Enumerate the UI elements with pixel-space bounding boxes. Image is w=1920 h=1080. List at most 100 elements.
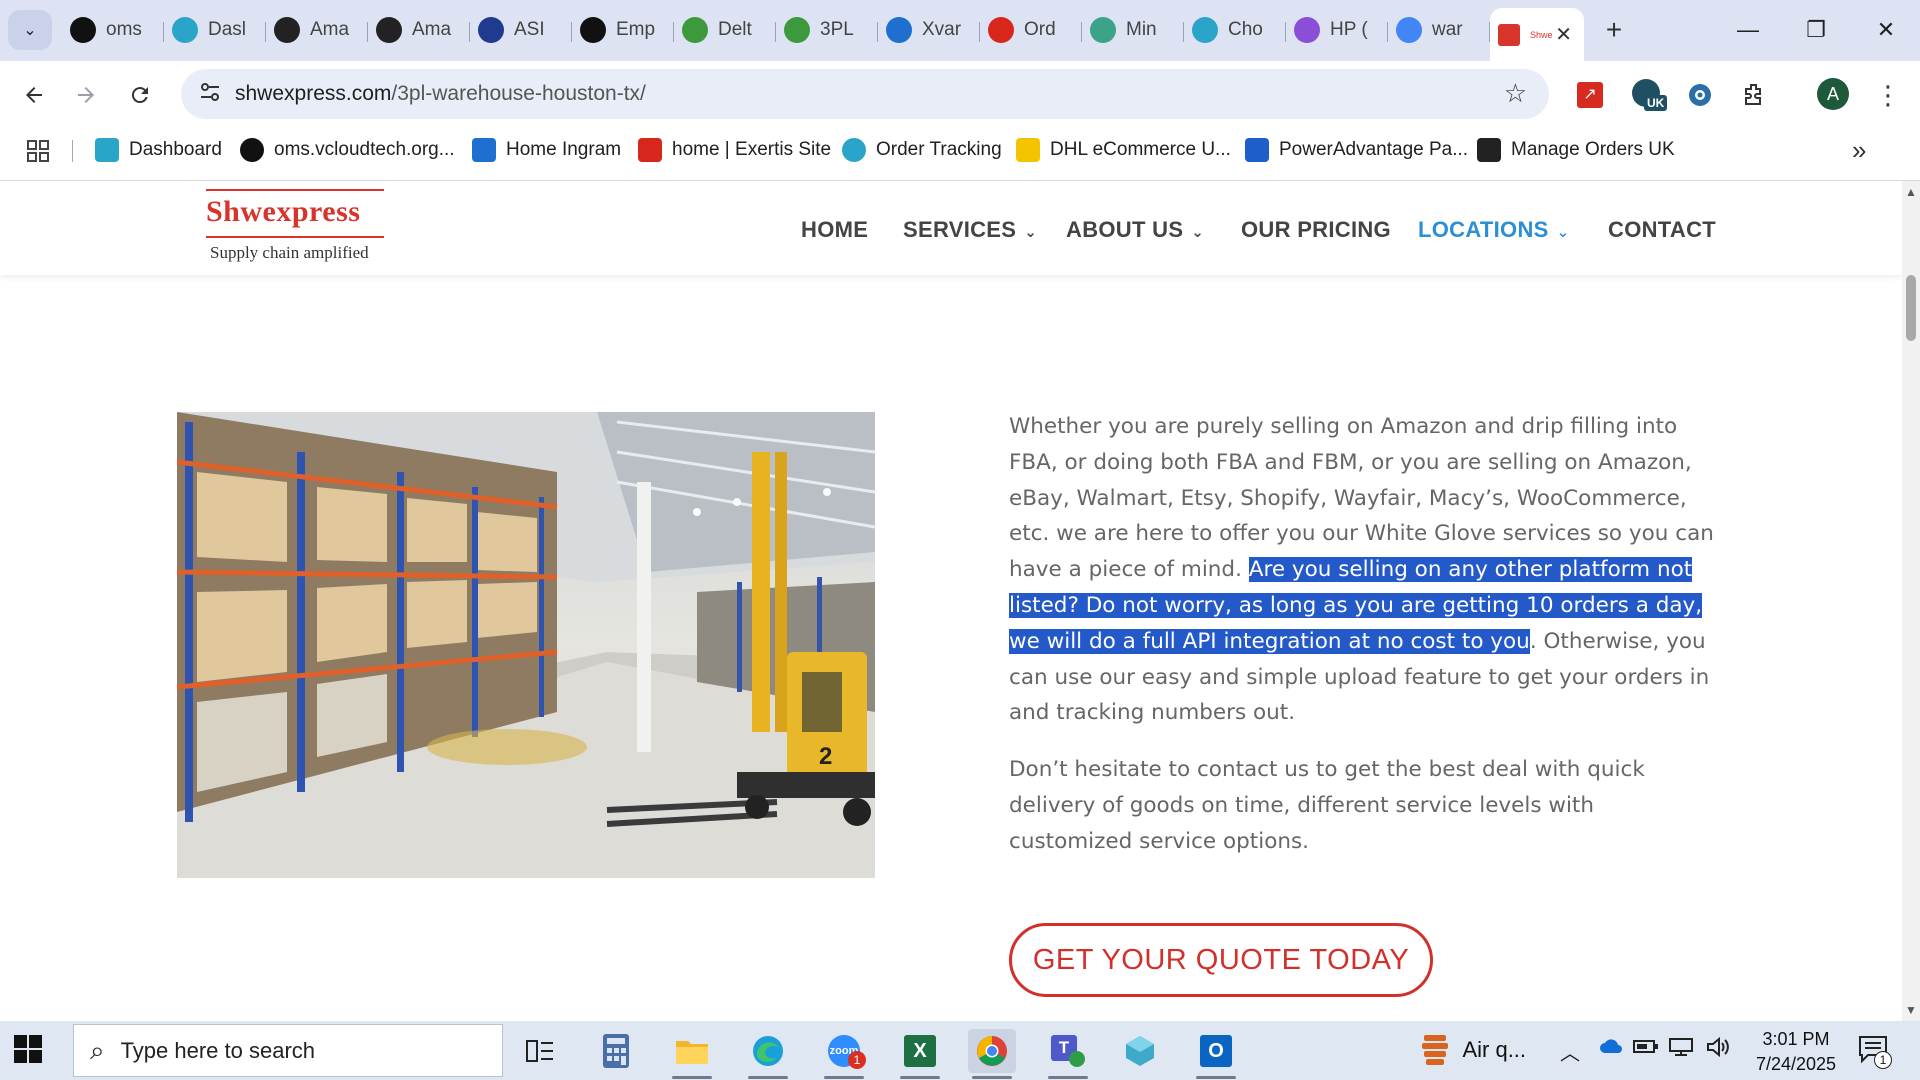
file-explorer-icon[interactable] (668, 1029, 716, 1079)
browser-tab[interactable]: Ama (266, 8, 368, 52)
leaf-icon (1090, 17, 1116, 43)
bookmark-label: Home Ingram (506, 139, 622, 160)
restore-button[interactable]: ❐ (1786, 10, 1846, 50)
tab-search-button[interactable]: ⌄ (8, 10, 52, 50)
back-button[interactable] (14, 75, 54, 115)
get-quote-button[interactable]: GET YOUR QUOTE TODAY (1009, 923, 1433, 997)
browser-tab[interactable]: ASI (470, 8, 572, 52)
amazon-icon (1477, 138, 1501, 162)
bookmark-item[interactable]: DHL eCommerce U... (1016, 129, 1231, 171)
browser-tab[interactable]: Shwe ✕ (1490, 8, 1584, 61)
browser-tab[interactable]: Dasl (164, 8, 266, 52)
onedrive-cloud-icon[interactable] (1598, 1037, 1624, 1061)
zoom-app-icon[interactable]: zoom 1 (820, 1029, 868, 1079)
browser-tab[interactable]: Min (1082, 8, 1184, 52)
globe-uk-extension-icon[interactable]: UK (1628, 75, 1668, 115)
scroll-up-arrow-icon[interactable]: ▲ (1905, 185, 1917, 199)
system-clock[interactable]: 3:01 PM 7/24/2025 (1740, 1027, 1852, 1077)
bookmark-item[interactable]: Home Ingram (472, 129, 621, 171)
window-close-button[interactable]: ✕ (1856, 10, 1916, 50)
calculator-icon[interactable] (592, 1029, 640, 1073)
vcloud-app-icon[interactable] (1116, 1029, 1164, 1073)
scrollbar-thumb[interactable] (1906, 275, 1916, 341)
tab-title: Min (1126, 19, 1157, 40)
windows-start-icon[interactable] (14, 1035, 44, 1065)
web-page: Shwexpress Supply chain amplified HOME S… (0, 181, 1920, 1021)
spreadsheet-icon (682, 17, 708, 43)
bookmark-item[interactable]: Manage Orders UK (1477, 129, 1675, 171)
browser-tab[interactable]: Emp (572, 8, 674, 52)
nav-contact[interactable]: CONTACT (1608, 217, 1716, 243)
site-info-icon[interactable] (197, 81, 223, 107)
bookmark-item[interactable]: Dashboard (95, 129, 222, 171)
extensions-puzzle-icon[interactable] (1734, 75, 1774, 115)
apps-grid-icon[interactable] (26, 139, 50, 168)
vcloud-icon (70, 17, 96, 43)
browser-tab[interactable]: Xvar (878, 8, 980, 52)
exertis-icon (638, 138, 662, 162)
site-logo[interactable]: Shwexpress (206, 195, 360, 229)
minimize-button[interactable]: — (1718, 10, 1778, 50)
browser-tab[interactable]: Cho (1184, 8, 1286, 52)
edge-browser-icon[interactable] (744, 1029, 792, 1079)
xvantage-icon (886, 17, 912, 43)
nav-about-us[interactable]: ABOUT US ⌄ (1066, 217, 1204, 243)
bookmark-item[interactable]: Order Tracking (842, 129, 1002, 171)
url-path: /3pl-warehouse-houston-tx/ (391, 82, 646, 105)
excel-icon[interactable]: X (896, 1029, 944, 1079)
forward-button[interactable] (66, 75, 106, 115)
more-bookmarks-button[interactable]: » (1852, 135, 1866, 166)
reload-button[interactable] (120, 75, 160, 115)
tab-title: Ama (310, 19, 350, 40)
browser-tab[interactable]: 3PL (776, 8, 878, 52)
network-icon[interactable] (1668, 1037, 1694, 1063)
outlook-icon[interactable]: O (1192, 1029, 1240, 1079)
new-tab-button[interactable]: + (1596, 12, 1632, 48)
profile-avatar[interactable]: A (1817, 78, 1849, 110)
nav-our-pricing[interactable]: OUR PRICING (1241, 217, 1391, 243)
gear-extension-icon[interactable] (1680, 75, 1720, 115)
scroll-down-arrow-icon[interactable]: ▼ (1905, 1003, 1917, 1017)
tab-title: oms (106, 19, 142, 40)
spreadsheet-icon (784, 17, 810, 43)
browser-tab[interactable]: Delt (674, 8, 776, 52)
notifications-button[interactable]: 1 (1858, 1035, 1892, 1069)
page-scrollbar[interactable]: ▲ ▼ (1902, 181, 1920, 1021)
show-hidden-icons-chevron-icon[interactable]: ︿ (1560, 1037, 1580, 1066)
nav-services[interactable]: SERVICES ⌄ (903, 217, 1037, 243)
browser-tab[interactable]: Ord (980, 8, 1082, 52)
teams-icon[interactable]: T (1044, 1029, 1092, 1079)
site-header: Shwexpress Supply chain amplified HOME S… (0, 181, 1902, 275)
nav-locations[interactable]: LOCATIONS ⌄ (1418, 217, 1570, 243)
close-tab-icon[interactable]: ✕ (1555, 22, 1572, 47)
bookmark-item[interactable]: home | Exertis Site (638, 129, 831, 171)
bookmark-label: Order Tracking (876, 139, 1002, 160)
weather-widget[interactable]: Air q... (1420, 1033, 1526, 1067)
dashboard-icon (172, 17, 198, 43)
tab-list: oms Dasl Ama Ama ASI Emp Delt 3PL Xvar Ord Min Cho H… (62, 8, 1584, 61)
browser-tab[interactable]: HP ( (1286, 8, 1388, 52)
task-view-icon[interactable] (516, 1029, 564, 1073)
bookmark-star-icon[interactable]: ☆ (1504, 78, 1527, 109)
chrome-icon[interactable] (968, 1029, 1016, 1079)
search-icon: ⌕ (90, 1034, 105, 1065)
tab-title: Delt (718, 19, 752, 40)
chrome-menu-icon[interactable]: ⋮ (1868, 75, 1908, 115)
volume-icon[interactable] (1706, 1036, 1730, 1063)
nav-home[interactable]: HOME (801, 217, 868, 243)
browser-tab[interactable]: oms (62, 8, 164, 52)
url-host: shwexpress.com (235, 82, 392, 105)
logo-rule-bottom (206, 236, 384, 238)
bookmark-item[interactable]: PowerAdvantage Pa... (1245, 129, 1468, 171)
browser-tab[interactable]: Ama (368, 8, 470, 52)
bookmark-item[interactable]: oms.vcloudtech.org... (240, 129, 455, 171)
battery-icon[interactable] (1633, 1037, 1659, 1061)
tab-title: Cho (1228, 19, 1263, 40)
bookmarks-bar: Dashboard oms.vcloudtech.org... Home Ingra… (0, 129, 1920, 181)
pdf-extension-icon[interactable]: ↗ (1570, 75, 1610, 115)
browser-tab[interactable]: war (1388, 8, 1490, 52)
warehouse-photo: 2 (177, 412, 875, 878)
browser-tab-strip: ⌄ oms Dasl Ama Ama ASI Emp Delt 3PL Xvar Ord Min Ch… (0, 0, 1920, 61)
address-bar[interactable]: shwexpress.com/3pl-warehouse-houston-tx/… (181, 69, 1549, 119)
taskbar-search-box[interactable]: ⌕ Type here to search (73, 1024, 503, 1077)
